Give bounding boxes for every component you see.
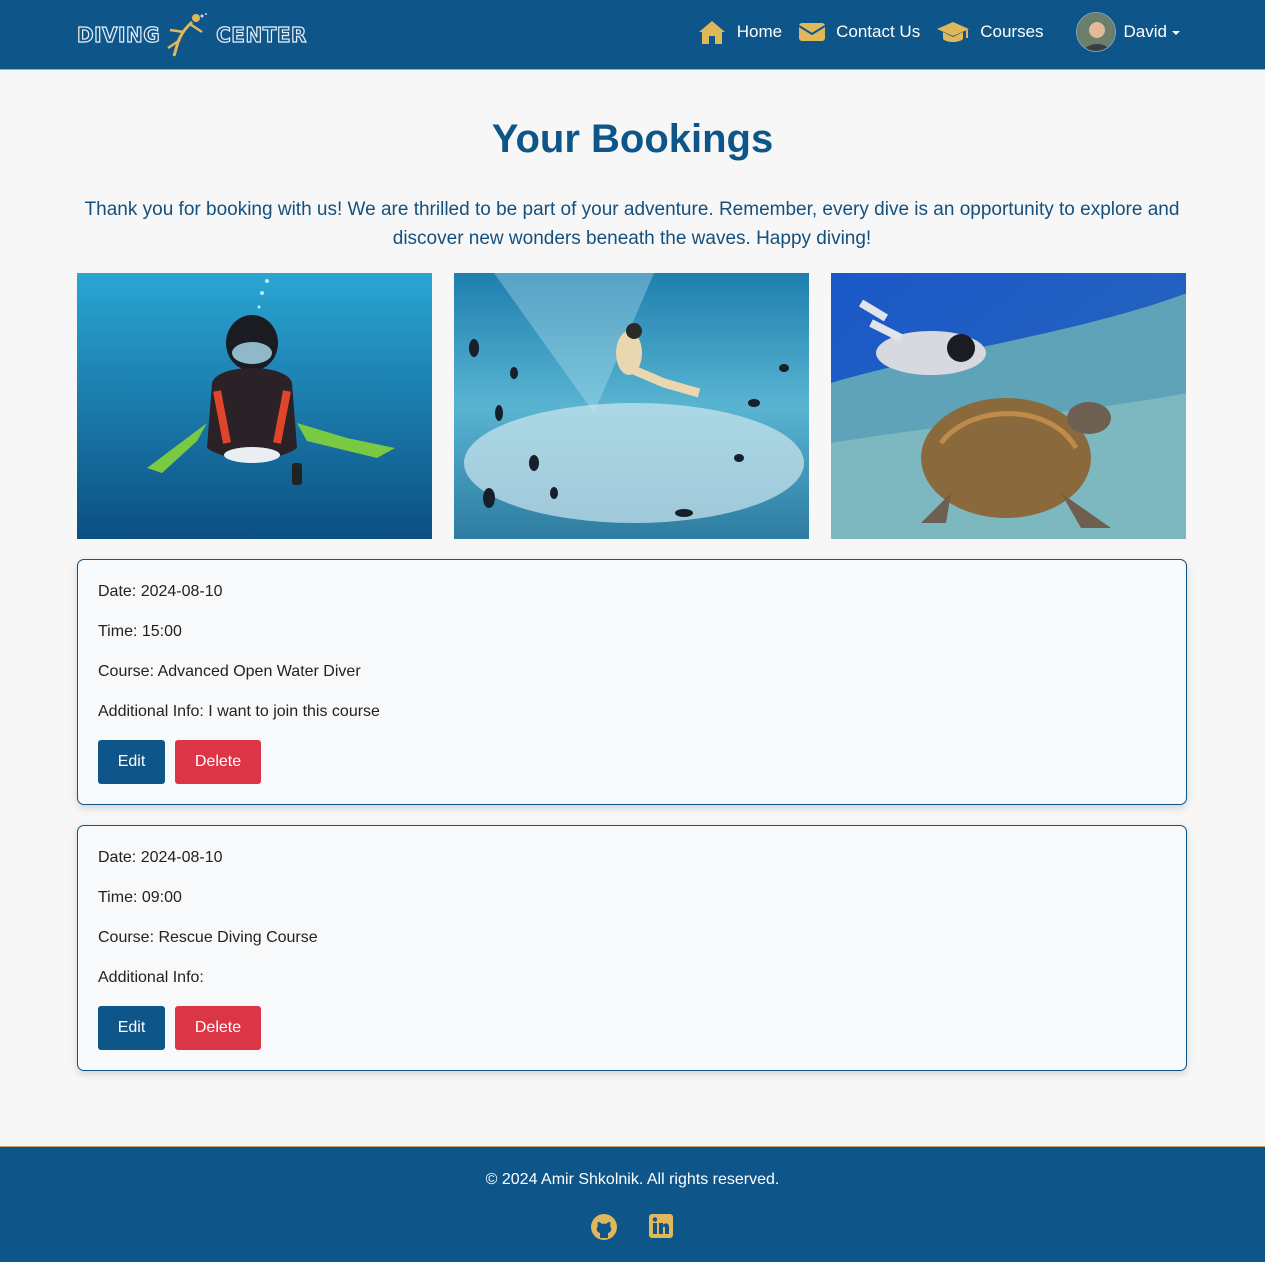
scuba-diver-photo (77, 273, 432, 539)
snorkeler-photo (454, 273, 809, 539)
nav-home-label: Home (736, 22, 783, 41)
social-links (590, 1213, 676, 1241)
booking-course: Course: Advanced Open Water Diver (98, 663, 361, 680)
envelope-icon (798, 23, 826, 41)
logo-text-left: DIVING (76, 22, 161, 47)
logo[interactable]: DIVING CENTER (76, 12, 307, 58)
nav-home[interactable]: Home (697, 19, 782, 45)
avatar (1075, 12, 1116, 52)
booking-time: Time: 15:00 (98, 623, 182, 640)
booking-info: Additional Info: I want to join this cou… (98, 703, 380, 720)
chevron-down-icon (1172, 31, 1180, 35)
photo-gallery (77, 273, 1187, 539)
edit-button[interactable]: Edit (98, 740, 165, 784)
logo-text-right: CENTER (216, 22, 307, 47)
linkedin-icon[interactable] (648, 1213, 676, 1241)
nav-contact[interactable]: Contact Us (798, 21, 920, 43)
nav-contact-label: Contact Us (836, 22, 921, 41)
booking-card: Date: 2024-08-10 Time: 09:00 Course: Res… (77, 825, 1187, 1071)
copyright-text: © 2024 Amir Shkolnik. All rights reserve… (485, 1171, 780, 1188)
nav-courses-label: Courses (980, 22, 1044, 41)
nav-courses[interactable]: Courses (936, 20, 1044, 44)
graduation-cap-icon (937, 22, 970, 42)
booking-info: Additional Info: (98, 969, 204, 986)
booking-card: Date: 2024-08-10 Time: 15:00 Course: Adv… (77, 559, 1187, 805)
navbar: DIVING CENTER Home Contact Us Courses Da… (0, 0, 1265, 70)
booking-course: Course: Rescue Diving Course (98, 929, 318, 946)
booking-time: Time: 09:00 (98, 889, 182, 906)
github-icon[interactable] (590, 1213, 618, 1241)
intro-text: Thank you for booking with us! We are th… (84, 199, 1180, 249)
user-name: David (1123, 22, 1167, 41)
nav-links: Home Contact Us Courses David (681, 0, 1180, 64)
booking-date: Date: 2024-08-10 (98, 583, 223, 600)
edit-button[interactable]: Edit (98, 1006, 165, 1050)
diver-with-turtle-photo (831, 273, 1186, 539)
page-title: Your Bookings (491, 117, 774, 161)
diver-logo-icon (167, 13, 208, 57)
delete-button[interactable]: Delete (175, 740, 261, 784)
delete-button[interactable]: Delete (175, 1006, 261, 1050)
footer: © 2024 Amir Shkolnik. All rights reserve… (0, 1146, 1265, 1262)
user-menu[interactable]: David (1075, 12, 1180, 52)
home-icon (698, 21, 725, 44)
booking-date: Date: 2024-08-10 (98, 849, 223, 866)
